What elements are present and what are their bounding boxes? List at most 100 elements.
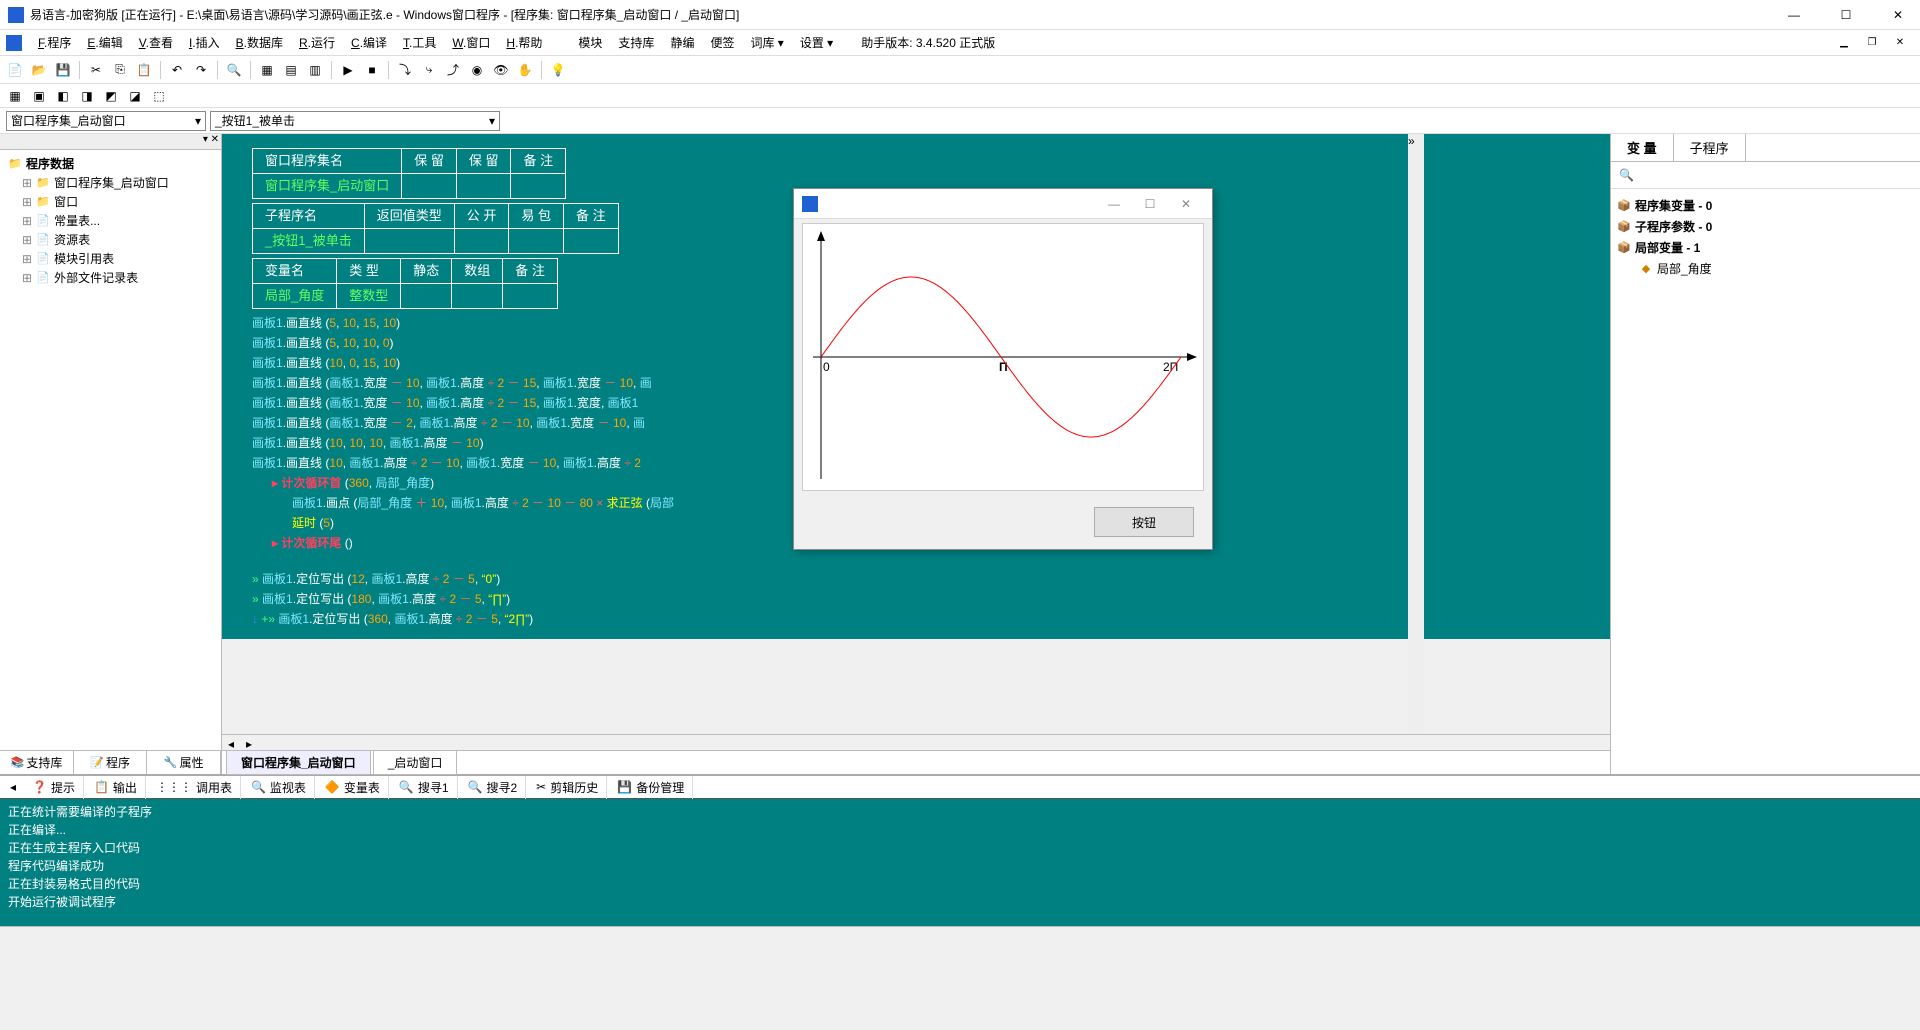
tb2-btn-1[interactable]: ▦ (4, 85, 26, 107)
bottom-tabs: ◂ ❓提示 📋输出 ⋮⋮⋮调用表 🔍监视表 🔶变量表 🔍搜寻1 🔍搜寻2 ✂剪辑… (0, 774, 1920, 798)
tb2-btn-5[interactable]: ◩ (100, 85, 122, 107)
menu-item[interactable]: H.帮助 (498, 33, 550, 53)
tb2-btn-3[interactable]: ◧ (52, 85, 74, 107)
paste-icon[interactable]: 📋 (133, 59, 155, 81)
help-icon[interactable]: 💡 (547, 59, 569, 81)
tab-properties[interactable]: 🔧属性 (147, 751, 221, 774)
layout3-icon[interactable]: ▥ (304, 59, 326, 81)
subroutine-table: 子程序名返回值类型公 开易 包备 注 _按钮1_被单击 (252, 203, 619, 254)
preview-close-button[interactable]: ✕ (1168, 197, 1204, 211)
right-panel: 变 量 子程序 📦程序集变量 - 0 📦子程序参数 - 0 📦局部变量 - 1 … (1610, 134, 1920, 774)
open-icon[interactable]: 📂 (28, 59, 50, 81)
var-group-assembly[interactable]: 📦程序集变量 - 0 (1617, 195, 1914, 216)
run-icon[interactable]: ▶ (337, 59, 359, 81)
left-panel-header: ▾ ✕ (0, 134, 221, 150)
assembly-combo[interactable]: 窗口程序集_启动窗口 (6, 111, 206, 131)
menu-bar: F.程序E.编辑V.查看I.插入B.数据库R.运行C.编译T.工具W.窗口H.帮… (0, 30, 1920, 56)
subroutine-combo[interactable]: _按钮1_被单击 (210, 111, 500, 131)
undo-icon[interactable]: ↶ (166, 59, 188, 81)
tb2-btn-4[interactable]: ◨ (76, 85, 98, 107)
cursor-icon[interactable]: ✋ (514, 59, 536, 81)
tree-item[interactable]: ⊞ 📄 常量表... (4, 211, 217, 230)
left-panel: ▾ ✕ 📁 程序数据 ⊞ 📁 窗口程序集_启动窗口⊞ 📁 窗口⊞ 📄 常量表..… (0, 134, 222, 774)
menu-item[interactable]: B.数据库 (228, 33, 291, 53)
menu-item[interactable]: V.查看 (131, 33, 181, 53)
btab-cliphistory[interactable]: ✂剪辑历史 (528, 776, 607, 799)
menu-item[interactable]: 静编 (662, 33, 702, 53)
tb2-btn-7[interactable]: ⬚ (148, 85, 170, 107)
menu-item[interactable]: E.编辑 (79, 33, 130, 53)
step-out-icon[interactable]: ⤴ (442, 59, 464, 81)
sine-chart: 0 П 2П (803, 224, 1203, 490)
breakpoint-icon[interactable]: ◉ (466, 59, 488, 81)
find-icon[interactable]: 🔍 (223, 59, 245, 81)
output-line: 正在生成主程序入口代码 (8, 839, 1912, 857)
tab-assembly[interactable]: 窗口程序集_启动窗口 (226, 751, 371, 775)
menu-item[interactable]: R.运行 (291, 33, 343, 53)
cut-icon[interactable]: ✂ (85, 59, 107, 81)
var-group-params[interactable]: 📦子程序参数 - 0 (1617, 216, 1914, 237)
btab-backup[interactable]: 💾备份管理 (609, 776, 693, 799)
btab-output[interactable]: 📋输出 (86, 776, 146, 799)
step-into-icon[interactable]: ⤷ (418, 59, 440, 81)
folder-icon: 📁 (8, 157, 22, 171)
main-toolbar: 📄 📂 💾 ✂ ⎘ 📋 ↶ ↷ 🔍 ▦ ▤ ▥ ▶ ■ ⤵ ⤷ ⤴ ◉ 👁 ✋ … (0, 56, 1920, 84)
tab-startup-window[interactable]: _启动窗口 (373, 751, 458, 775)
menu-item[interactable]: 便签 (702, 33, 742, 53)
preview-maximize-button[interactable]: ☐ (1132, 197, 1168, 211)
menu-item[interactable]: C.编译 (343, 33, 395, 53)
menu-item[interactable]: 词库 ▾ (742, 33, 791, 53)
tree-item[interactable]: ⊞ 📄 模块引用表 (4, 249, 217, 268)
layout2-icon[interactable]: ▤ (280, 59, 302, 81)
mdi-close-icon[interactable]: ✕ (1886, 33, 1914, 53)
tab-variables[interactable]: 变 量 (1611, 134, 1674, 161)
tree-root[interactable]: 📁 程序数据 (4, 154, 217, 173)
copy-icon[interactable]: ⎘ (109, 59, 131, 81)
redo-icon[interactable]: ↷ (190, 59, 212, 81)
preview-minimize-button[interactable]: — (1096, 197, 1132, 211)
new-icon[interactable]: 📄 (4, 59, 26, 81)
window-title: 易语言-加密狗版 [正在运行] - E:\桌面\易语言\源码\学习源码\画正弦.… (30, 6, 1780, 23)
tab-program[interactable]: 📝程序 (74, 751, 148, 774)
combo-row: 窗口程序集_启动窗口 _按钮1_被单击 (0, 108, 1920, 134)
arrow-toggle[interactable]: » (1408, 134, 1424, 734)
tb2-btn-2[interactable]: ▣ (28, 85, 50, 107)
menu-item[interactable]: 模块 (570, 33, 610, 53)
layout1-icon[interactable]: ▦ (256, 59, 278, 81)
maximize-button[interactable]: ☐ (1832, 5, 1860, 25)
menu-item[interactable]: T.工具 (395, 33, 444, 53)
output-line: 正在统计需要编译的子程序 (8, 803, 1912, 821)
var-item-angle[interactable]: ◆局部_角度 (1617, 258, 1914, 279)
menu-item[interactable]: W.窗口 (444, 33, 498, 53)
tree-item[interactable]: ⊞ 📄 资源表 (4, 230, 217, 249)
btab-search2[interactable]: 🔍搜寻2 (460, 776, 527, 799)
search-input[interactable] (1615, 166, 1916, 184)
btab-vartable[interactable]: 🔶变量表 (317, 776, 389, 799)
btab-watch[interactable]: 🔍监视表 (243, 776, 315, 799)
btab-scroll-left[interactable]: ◂ (4, 778, 22, 796)
step-over-icon[interactable]: ⤵ (394, 59, 416, 81)
btab-search1[interactable]: 🔍搜寻1 (391, 776, 458, 799)
tb2-btn-6[interactable]: ◪ (124, 85, 146, 107)
menu-item[interactable]: 设置 ▾ (792, 33, 841, 53)
btab-hint[interactable]: ❓提示 (24, 776, 84, 799)
tab-support-lib[interactable]: 📚支持库 (0, 751, 74, 774)
mdi-minimize-icon[interactable]: ▁ (1830, 33, 1858, 53)
output-panel[interactable]: 正在统计需要编译的子程序正在编译...正在生成主程序入口代码程序代码编译成功正在… (0, 798, 1920, 926)
close-button[interactable]: ✕ (1884, 5, 1912, 25)
tree-item[interactable]: ⊞ 📁 窗口 (4, 192, 217, 211)
watch-icon[interactable]: 👁 (490, 59, 512, 81)
tree-item[interactable]: ⊞ 📄 外部文件记录表 (4, 268, 217, 287)
tab-subroutines[interactable]: 子程序 (1674, 134, 1746, 161)
btab-calltable[interactable]: ⋮⋮⋮调用表 (148, 776, 241, 799)
var-group-local[interactable]: 📦局部变量 - 1 (1617, 237, 1914, 258)
preview-run-button[interactable]: 按钮 (1094, 507, 1194, 537)
tree-item[interactable]: ⊞ 📁 窗口程序集_启动窗口 (4, 173, 217, 192)
menu-item[interactable]: I.插入 (181, 33, 228, 53)
menu-item[interactable]: 支持库 (610, 33, 662, 53)
save-icon[interactable]: 💾 (52, 59, 74, 81)
stop-icon[interactable]: ■ (361, 59, 383, 81)
minimize-button[interactable]: — (1780, 5, 1808, 25)
menu-item[interactable]: F.程序 (30, 33, 79, 53)
mdi-restore-icon[interactable]: ❐ (1858, 33, 1886, 53)
